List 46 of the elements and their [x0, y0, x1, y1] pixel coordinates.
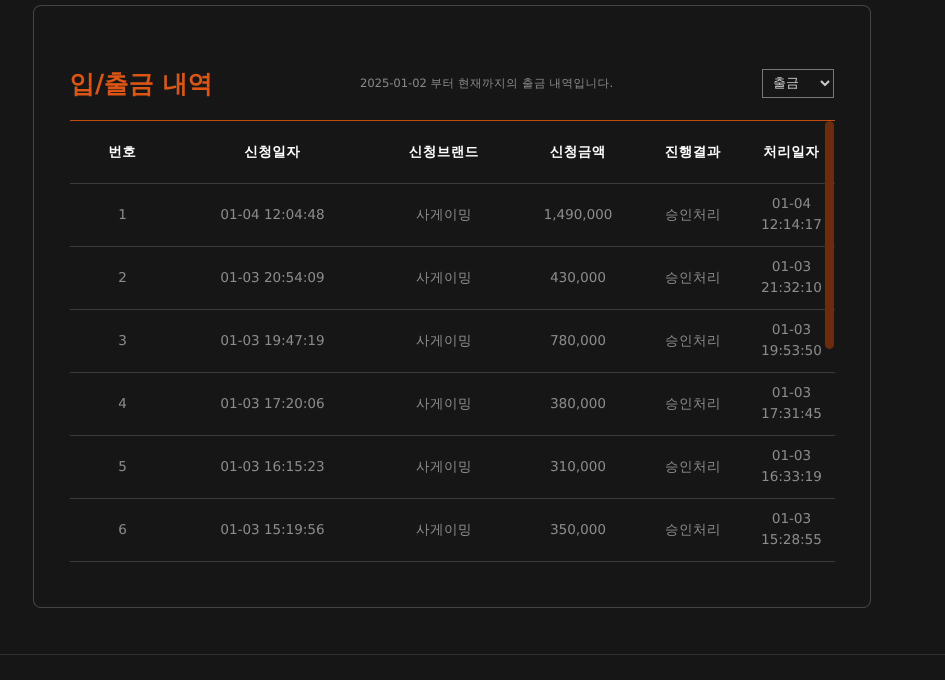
table-cell-text: 승인처리	[665, 206, 721, 225]
notice-text: 2025-01-02 부터 현재까지의 출금 내역입니다.	[360, 76, 614, 90]
table-cell-text: 승인처리	[665, 268, 721, 288]
table-cell-text: 01-03 21:32:10	[760, 258, 823, 298]
table-cell-text: 380,000	[550, 394, 606, 414]
table-cell-text: 01-03 15:19:56	[220, 520, 325, 540]
table-cell-text: 사게이밍	[416, 520, 472, 540]
table-cell-text: 780,000	[550, 332, 606, 351]
table-cell-text: 350,000	[550, 520, 606, 540]
table-cell-text: 5	[118, 458, 127, 477]
table-cell-text: 사게이밍	[416, 394, 472, 414]
table-cell-text: 사게이밍	[416, 268, 472, 288]
page-title: 입/출금 내역	[70, 68, 214, 100]
column-header: 신청브랜드	[409, 143, 479, 161]
table-cell-text: 01-03 16:15:23	[220, 458, 325, 477]
table-cell-text: 4	[118, 394, 127, 414]
table-cell-text: 2	[118, 268, 127, 288]
table-cell-text: 01-03 16:33:19	[760, 447, 823, 487]
table-cell-text: 사게이밍	[416, 332, 472, 351]
type-dropdown[interactable]: 출금	[762, 68, 834, 98]
table-cell-text: 01-03 15:28:55	[760, 510, 823, 550]
table-cell-text: 승인처리	[665, 332, 721, 351]
column-header: 처리일자	[764, 143, 820, 161]
table-cell-text: 01-03 20:54:09	[220, 268, 325, 288]
column-header: 신청금액	[550, 143, 606, 161]
table-cell-text: 승인처리	[665, 520, 721, 540]
table-cell-text: 01-03 17:31:45	[760, 384, 823, 424]
table-cell-text: 1	[118, 206, 127, 225]
table-cell-text: 310,000	[550, 458, 606, 477]
table-cell-text: 1,490,000	[544, 206, 612, 225]
table-cell-text: 430,000	[550, 268, 606, 288]
column-header: 신청일자	[244, 143, 300, 161]
table-cell-text: 01-03 19:53:50	[760, 321, 823, 361]
column-header: 진행결과	[665, 143, 721, 161]
column-header: 번호	[108, 143, 136, 161]
table-cell-text: 01-03 19:47:19	[220, 332, 325, 351]
table-cell-text: 사게이밍	[416, 206, 472, 225]
table-cell-text: 6	[118, 520, 127, 540]
table-cell-text: 3	[118, 332, 127, 351]
scrollbar[interactable]	[825, 121, 834, 349]
table-cell-text: 승인처리	[665, 458, 721, 477]
table-cell-text: 01-04 12:04:48	[220, 206, 325, 225]
table-cell-text: 승인처리	[665, 394, 721, 414]
table-cell-text: 사게이밍	[416, 458, 472, 477]
table-cell-text: 01-04 12:14:17	[760, 195, 823, 235]
table-cell-text: 01-03 17:20:06	[220, 394, 325, 414]
